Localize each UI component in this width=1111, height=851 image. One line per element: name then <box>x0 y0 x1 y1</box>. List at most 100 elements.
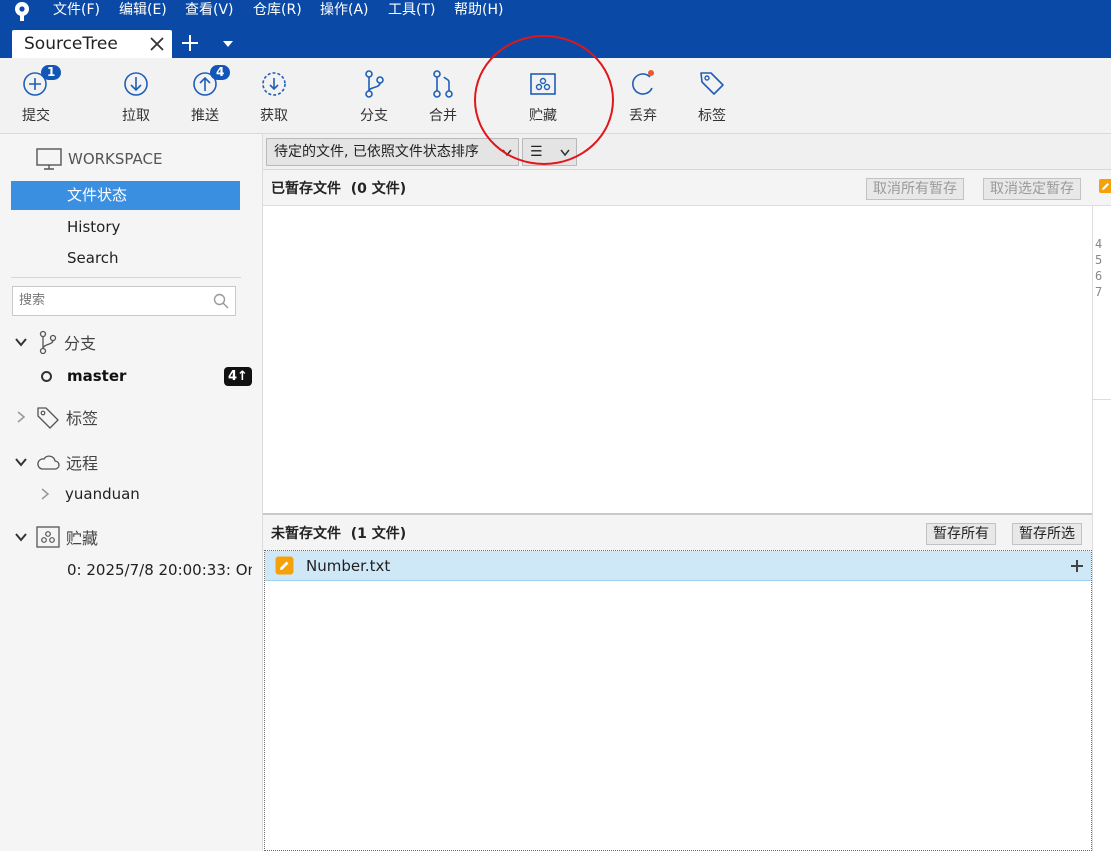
sort-value: 待定的文件, 已依照文件状态排序 <box>274 144 479 160</box>
unstaged-title: 未暂存文件 (1 文件) <box>271 523 406 543</box>
branch-button[interactable]: 分支 <box>344 68 404 128</box>
line-number: 4 <box>1095 237 1103 251</box>
sidebar-divider <box>11 277 241 278</box>
search-icon <box>213 293 229 309</box>
ahead-count-badge: 4↑ <box>224 367 252 386</box>
section-branches[interactable]: 分支 <box>14 330 96 354</box>
stage-selected-button[interactable]: 暂存所选 <box>1012 523 1082 545</box>
staged-label: 已暂存文件 <box>271 181 341 197</box>
unstaged-files-header: 未暂存文件 (1 文件) 暂存所有 暂存所选 <box>263 515 1092 551</box>
sidebar-item-search[interactable]: Search <box>11 244 240 273</box>
modified-file-icon <box>275 556 294 575</box>
cloud-icon <box>37 455 60 470</box>
unstage-all-button[interactable]: 取消所有暂存 <box>866 178 964 200</box>
menu-repository[interactable]: 仓库(R) <box>253 1 302 19</box>
stash-entry[interactable]: 0: 2025/7/8 20:00:33: On master <box>67 561 252 579</box>
menu-help[interactable]: 帮助(H) <box>454 1 503 19</box>
tag-label: 标签 <box>698 108 726 124</box>
sort-dropdown[interactable]: 待定的文件, 已依照文件状态排序 <box>266 138 519 166</box>
merge-label: 合并 <box>429 108 457 124</box>
branch-name: master <box>67 367 127 385</box>
search-placeholder: 搜索 <box>19 293 46 308</box>
file-row[interactable]: Number.txt <box>265 551 1091 581</box>
line-number: 5 <box>1095 253 1103 267</box>
remote-name: yuanduan <box>65 485 140 503</box>
current-branch-icon <box>41 370 52 382</box>
remote-yuanduan[interactable]: yuanduan <box>40 485 140 503</box>
chevron-down-icon <box>15 458 27 467</box>
close-icon[interactable] <box>146 33 168 55</box>
sidebar-item-file-status[interactable]: 文件状态 <box>11 181 240 210</box>
branches-title: 分支 <box>64 334 97 353</box>
diff-line-numbers: 4 5 6 7 <box>1095 236 1102 300</box>
staged-count: (0 文件) <box>350 181 407 197</box>
stage-all-button[interactable]: 暂存所有 <box>926 523 996 545</box>
tag-icon <box>700 72 724 95</box>
annotation-circle <box>474 35 614 165</box>
tag-icon <box>37 407 59 429</box>
pull-icon <box>124 72 148 96</box>
commit-label: 提交 <box>22 108 50 124</box>
stage-file-icon[interactable] <box>1069 558 1085 574</box>
stashes-title: 贮藏 <box>66 529 99 548</box>
tags-title: 标签 <box>66 409 99 428</box>
branch-icon <box>39 330 57 354</box>
workspace-title: WORKSPACE <box>68 150 163 168</box>
sidebar-item-history[interactable]: History <box>11 213 240 242</box>
discard-label: 丢弃 <box>629 108 657 124</box>
fetch-button[interactable]: 获取 <box>244 68 304 128</box>
push-badge: 4 <box>210 65 231 80</box>
stash-icon <box>36 526 60 548</box>
tag-button[interactable]: 标签 <box>682 68 742 128</box>
add-tab-icon[interactable] <box>180 33 200 53</box>
sidebar-search-input[interactable]: 搜索 <box>12 286 236 316</box>
menu-tools[interactable]: 工具(T) <box>388 1 435 19</box>
tab-sourcetree[interactable]: SourceTree <box>12 30 172 58</box>
monitor-icon <box>36 148 62 170</box>
sidebar: WORKSPACE 文件状态 History Search 搜索 分支 mast… <box>0 134 263 851</box>
chevron-down-icon[interactable] <box>222 40 234 48</box>
pull-button[interactable]: 拉取 <box>106 68 166 128</box>
merge-button[interactable]: 合并 <box>413 68 473 128</box>
fetch-icon <box>262 72 286 96</box>
merge-icon <box>433 70 453 98</box>
menu-actions[interactable]: 操作(A) <box>320 1 369 19</box>
section-tags[interactable]: 标签 <box>14 405 98 429</box>
commit-badge: 1 <box>41 65 62 80</box>
menu-view[interactable]: 查看(V) <box>185 1 234 19</box>
fetch-label: 获取 <box>260 108 288 124</box>
unstaged-count: (1 文件) <box>350 526 407 542</box>
pull-label: 拉取 <box>122 108 150 124</box>
chevron-right-icon <box>17 411 26 423</box>
file-name: Number.txt <box>306 556 391 575</box>
push-label: 推送 <box>191 108 219 124</box>
staged-title: 已暂存文件 (0 文件) <box>271 178 406 198</box>
modified-file-icon <box>1099 179 1111 193</box>
chevron-down-icon <box>15 533 27 542</box>
sourcetree-logo-icon <box>15 2 29 21</box>
staged-files-header: 已暂存文件 (0 文件) 取消所有暂存 取消选定暂存 <box>263 170 1092 206</box>
discard-icon <box>632 70 654 95</box>
staged-files-list[interactable] <box>263 206 1092 513</box>
diff-panel-header <box>1092 170 1111 206</box>
section-stashes[interactable]: 贮藏 <box>14 525 98 549</box>
unstage-selected-button[interactable]: 取消选定暂存 <box>983 178 1081 200</box>
menu-edit[interactable]: 编辑(E) <box>119 1 167 19</box>
chevron-down-icon <box>15 338 27 347</box>
workspace-header: WORKSPACE <box>36 148 162 170</box>
tab-title: SourceTree <box>24 34 118 54</box>
branch-label: 分支 <box>360 108 388 124</box>
section-remotes[interactable]: 远程 <box>14 450 98 474</box>
filter-bar: 待定的文件, 已依照文件状态排序 ☰ <box>263 134 1111 170</box>
discard-button[interactable]: 丢弃 <box>613 68 673 128</box>
remotes-title: 远程 <box>66 454 99 473</box>
branch-master[interactable]: master <box>41 367 126 385</box>
unstaged-files-list[interactable]: Number.txt <box>264 550 1092 851</box>
unstaged-label: 未暂存文件 <box>271 526 341 542</box>
branch-icon <box>365 70 384 98</box>
diff-divider <box>1093 399 1111 400</box>
chevron-right-icon <box>41 488 50 500</box>
line-number: 7 <box>1095 285 1103 299</box>
line-number: 6 <box>1095 269 1103 283</box>
menu-file[interactable]: 文件(F) <box>53 1 100 19</box>
